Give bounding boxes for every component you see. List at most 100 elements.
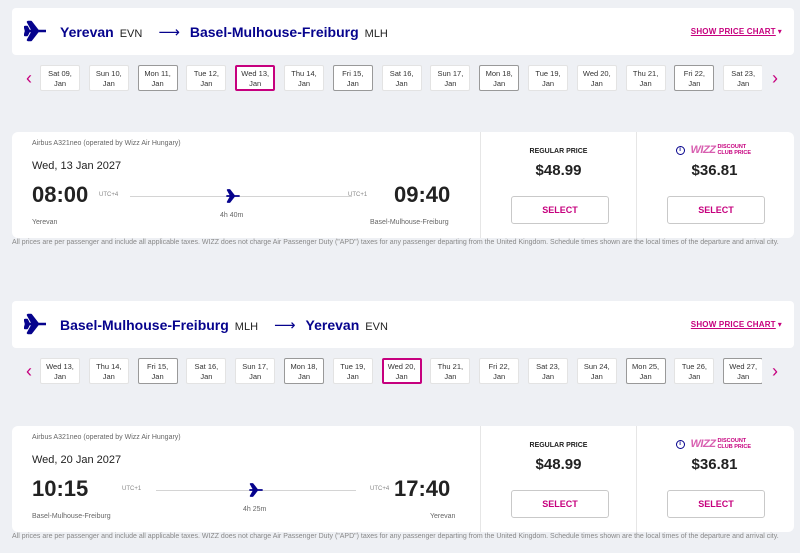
date-option[interactable]: Tue 19, Jan [528,65,568,91]
chevron-right-icon[interactable]: › [768,69,782,87]
discount-club-text: DISCOUNT CLUB PRICE [717,438,752,450]
date-month: Jan [297,372,311,381]
date-day: Sun 10, [95,69,122,78]
date-day: Sun 24, [583,362,610,371]
select-club-button[interactable]: SELECT [667,196,765,224]
date-option[interactable]: Sat 09, Jan [40,65,80,91]
date-carousel: ‹ Sat 09, Jan Sun 10, Jan Mon 11, Jan Tue 12, J… [0,63,800,93]
date-month: Jan [346,79,359,88]
date-option[interactable]: Thu 14, Jan [88,358,129,384]
route-line [130,196,352,197]
info-icon[interactable]: i [675,145,685,155]
date-month: Jan [200,79,213,88]
date-option[interactable]: Tue 19, Jan [332,358,373,384]
date-option[interactable]: Wed 27, Jan [723,358,762,384]
regular-price: $48.99 [535,162,582,179]
date-option[interactable]: Mon 18, Jan [284,358,324,384]
date-day: Sun 17, [242,362,269,371]
regular-price-label: REGULAR PRICE [529,442,588,449]
arrival-timezone: UTC+4 [370,486,390,492]
date-option[interactable]: Fri 22, Jan [479,358,520,384]
date-month: Jan [590,372,603,381]
date-option[interactable]: Thu 21, Jan [430,358,471,384]
date-day: Thu 21, [632,69,659,78]
date-month: Jan [249,79,262,88]
destination-city: Yerevan [305,317,360,333]
date-day: Tue 19, [340,362,366,371]
date-option[interactable]: Fri 22, Jan [674,65,715,91]
select-regular-button[interactable]: SELECT [511,490,609,518]
date-option[interactable]: Tue 26, Jan [674,358,715,384]
route-title: Basel-Mulhouse-Freiburg MLH ⟶ Yerevan EV… [60,316,388,334]
info-icon[interactable]: i [675,439,685,449]
arrival-city: Basel-Mulhouse-Freiburg [370,219,449,226]
date-option[interactable]: Wed 13, Jan [235,65,276,91]
price-disclaimer: All prices are per passenger and include… [12,533,779,540]
date-day: Fri 22, [683,69,706,78]
origin-code: MLH [234,321,259,333]
date-day: Sat 23, [536,362,560,371]
date-day: Wed 20, [387,362,416,371]
date-option[interactable]: Wed 13, Jan [40,358,80,384]
price-chart-label: SHOW PRICE CHART [690,320,776,329]
regular-price-label: REGULAR PRICE [529,148,588,155]
date-month: Jan [541,79,555,88]
date-month: Jan [737,79,750,88]
airplane-icon [24,20,46,42]
date-month: Jan [688,372,701,381]
flight-card: Airbus A321neo (operated by Wizz Air Hun… [12,132,794,238]
date-option[interactable]: Tue 12, Jan [186,65,227,91]
chevron-right-icon[interactable]: › [768,362,782,380]
show-price-chart-link[interactable]: SHOW PRICE CHART ▾ [691,320,782,329]
destination-code: MLH [364,28,388,40]
date-option[interactable]: Sun 17, Jan [430,65,471,91]
date-option[interactable]: Sun 17, Jan [235,358,276,384]
show-price-chart-link[interactable]: SHOW PRICE CHART ▾ [691,27,782,36]
date-list: Sat 09, Jan Sun 10, Jan Mon 11, Jan Tue 12, Jan… [40,63,762,93]
date-month: Jan [737,372,750,381]
discount-club-label: i WIZZ DISCOUNT CLUB PRICE [637,144,792,156]
date-option[interactable]: Fri 15, Jan [332,65,373,91]
date-day: Tue 26, [681,362,707,371]
date-option[interactable]: Sun 10, Jan [88,65,129,91]
airplane-icon [24,313,46,335]
date-option[interactable]: Sun 24, Jan [576,358,617,384]
date-day: Sat 16, [389,69,414,78]
date-day: Fri 15, [146,362,169,371]
date-option[interactable]: Wed 20, Jan [576,65,617,91]
route-header: Yerevan EVN ⟶ Basel-Mulhouse-Freiburg ML… [12,8,794,55]
chevron-left-icon[interactable]: ‹ [22,69,36,87]
date-option[interactable]: Mon 25, Jan [625,358,666,384]
date-day: Thu 14, [291,69,317,78]
date-option[interactable]: Sat 23, Jan [723,65,762,91]
date-day: Sat 23, [731,69,756,78]
date-option[interactable]: Sat 23, Jan [528,358,568,384]
date-option[interactable]: Mon 11, Jan [137,65,178,91]
date-list: Wed 13, Jan Thu 14, Jan Fri 15, Jan Sat 16, Jan… [40,356,762,386]
flight-details: Airbus A321neo (operated by Wizz Air Hun… [12,426,480,532]
date-month: Jan [395,79,408,88]
origin-city: Basel-Mulhouse-Freiburg [60,317,229,333]
date-option[interactable]: Thu 14, Jan [284,65,324,91]
arrival-time: 09:40 [394,182,451,207]
date-option[interactable]: Wed 20, Jan [381,358,422,384]
date-day: Thu 21, [437,362,464,371]
regular-fare: REGULAR PRICE $48.99 SELECT [480,426,636,532]
date-option[interactable]: Sat 16, Jan [186,358,227,384]
date-day: Fri 15, [342,69,364,78]
date-month: Jan [102,79,115,88]
date-option[interactable]: Sat 16, Jan [381,65,422,91]
select-club-button[interactable]: SELECT [667,490,765,518]
date-option[interactable]: Fri 15, Jan [137,358,178,384]
caret-down-icon: ▾ [777,27,782,36]
select-regular-button[interactable]: SELECT [511,196,609,224]
discount-club-label: i WIZZ DISCOUNT CLUB PRICE [637,438,792,450]
destination-code: EVN [365,321,388,333]
origin-city: Yerevan [60,24,114,40]
flight-duration: 4h 25m [243,506,267,513]
arrow-right-icon: ⟶ [274,317,296,334]
wizz-discount-club-logo: WIZZ DISCOUNT CLUB PRICE [691,438,754,450]
chevron-left-icon[interactable]: ‹ [22,362,36,380]
date-option[interactable]: Mon 18, Jan [479,65,520,91]
date-option[interactable]: Thu 21, Jan [625,65,666,91]
